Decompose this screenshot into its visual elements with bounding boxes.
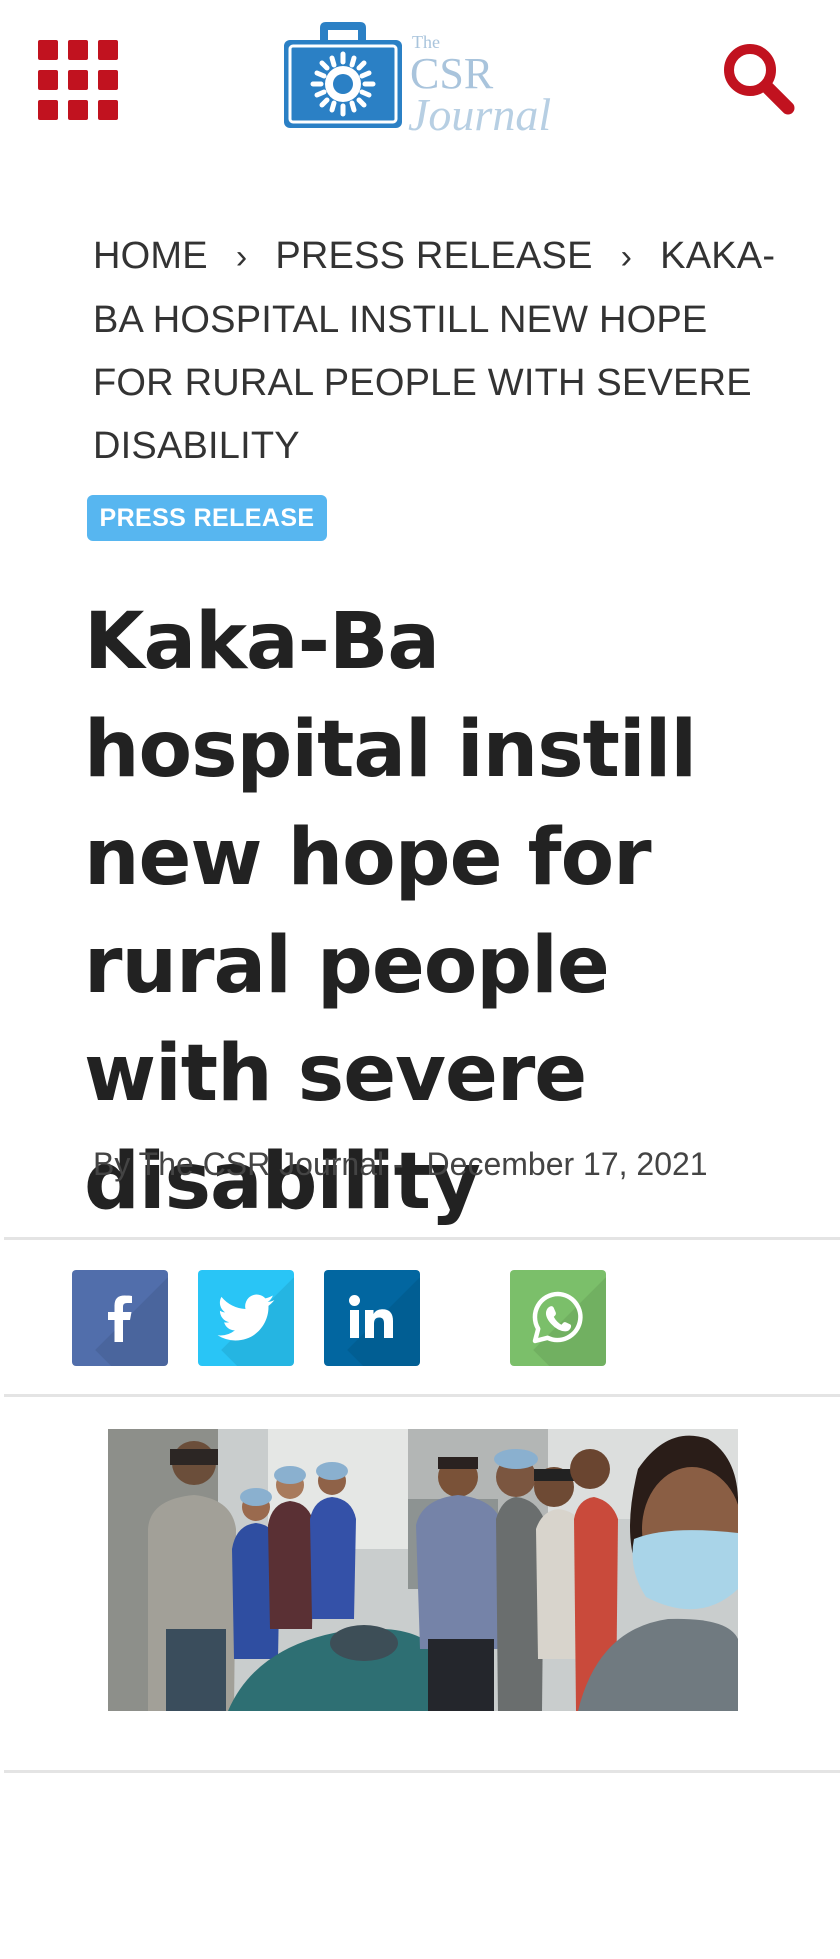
chevron-right-icon: › — [620, 238, 633, 276]
share-whatsapp-button[interactable] — [510, 1270, 606, 1366]
page-title: Kaka-Ba hospital instill new hope for ru… — [84, 597, 697, 1227]
divider — [4, 1394, 840, 1397]
divider — [4, 1770, 840, 1773]
publish-date: December 17, 2021 — [426, 1146, 708, 1182]
breadcrumb: HOME › PRESS RELEASE › KAKA-BA HOSPITAL INST… — [93, 225, 783, 478]
byline: By The CSR Journal - December 17, 2021 — [93, 1146, 708, 1183]
featured-image[interactable] — [108, 1429, 738, 1711]
share-facebook-button[interactable] — [72, 1270, 168, 1366]
category-badge[interactable]: PRESS RELEASE — [87, 495, 327, 541]
chevron-right-icon: › — [235, 238, 248, 276]
svg-text:Journal: Journal — [408, 89, 551, 136]
share-twitter-button[interactable] — [198, 1270, 294, 1366]
byline-separator: - — [392, 1146, 404, 1182]
breadcrumb-home[interactable]: HOME — [93, 235, 208, 277]
author-link[interactable]: The CSR Journal — [139, 1146, 384, 1182]
linkedin-icon — [349, 1295, 393, 1338]
divider — [4, 1237, 840, 1240]
author-prefix: By — [93, 1146, 131, 1182]
twitter-icon — [217, 1294, 275, 1341]
facebook-icon — [108, 1295, 132, 1342]
site-header: The CSR Journal — [0, 0, 840, 160]
search-icon[interactable] — [718, 38, 798, 118]
whatsapp-icon — [532, 1291, 583, 1344]
grid-menu-icon[interactable] — [38, 40, 118, 120]
breadcrumb-section[interactable]: PRESS RELEASE — [275, 235, 592, 277]
site-logo[interactable]: The CSR Journal — [282, 18, 562, 136]
share-linkedin-button[interactable] — [324, 1270, 420, 1366]
